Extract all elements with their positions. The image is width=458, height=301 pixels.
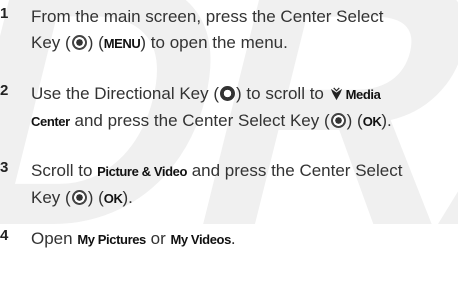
text-fragment: ) ( [346, 111, 363, 130]
step-text: Open My Pictures or My Videos. [31, 226, 458, 253]
center-select-key-icon [330, 113, 346, 128]
text-fragment: or [145, 229, 171, 248]
text-fragment: ) to open the menu. [140, 33, 288, 52]
text-fragment: Open [31, 229, 78, 248]
key-label: OK [362, 114, 382, 129]
text-fragment: Key ( [31, 188, 71, 207]
menu-item-label: My Pictures [77, 232, 146, 247]
text-fragment: ) ( [87, 33, 104, 52]
media-center-icon [330, 87, 342, 101]
key-label: OK [103, 191, 123, 206]
step-number: 3 [0, 159, 9, 176]
text-fragment: From the main screen, press the Center S… [31, 7, 384, 26]
text-fragment: ). [122, 188, 133, 207]
center-select-key-icon [71, 35, 87, 50]
step-number: 2 [0, 82, 9, 99]
menu-item-label: My Videos [170, 232, 231, 247]
key-label: MENU [103, 36, 141, 51]
text-fragment: ) to scroll to [236, 84, 329, 103]
text-fragment: and press the Center Select [186, 161, 403, 180]
step-text: Use the Directional Key () to scroll to … [31, 81, 458, 135]
step-number: 1 [0, 5, 9, 22]
menu-item-label: Picture & Video [97, 164, 187, 179]
text-fragment: Scroll to [31, 161, 98, 180]
text-fragment: Use the Directional Key ( [31, 84, 220, 103]
menu-item-label: Media [345, 87, 381, 102]
center-select-key-icon [71, 190, 87, 205]
step-number: 4 [0, 227, 9, 244]
text-fragment: . [230, 229, 236, 248]
step-text: From the main screen, press the Center S… [31, 4, 458, 57]
directional-key-icon [220, 86, 236, 101]
step-text: Scroll to Picture & Video and press the … [31, 158, 458, 212]
text-fragment: ) ( [87, 188, 104, 207]
text-fragment: ). [381, 111, 392, 130]
text-fragment: Key ( [31, 33, 71, 52]
menu-item-label: Center [31, 114, 70, 129]
text-fragment: and press the Center Select Key ( [69, 111, 330, 130]
